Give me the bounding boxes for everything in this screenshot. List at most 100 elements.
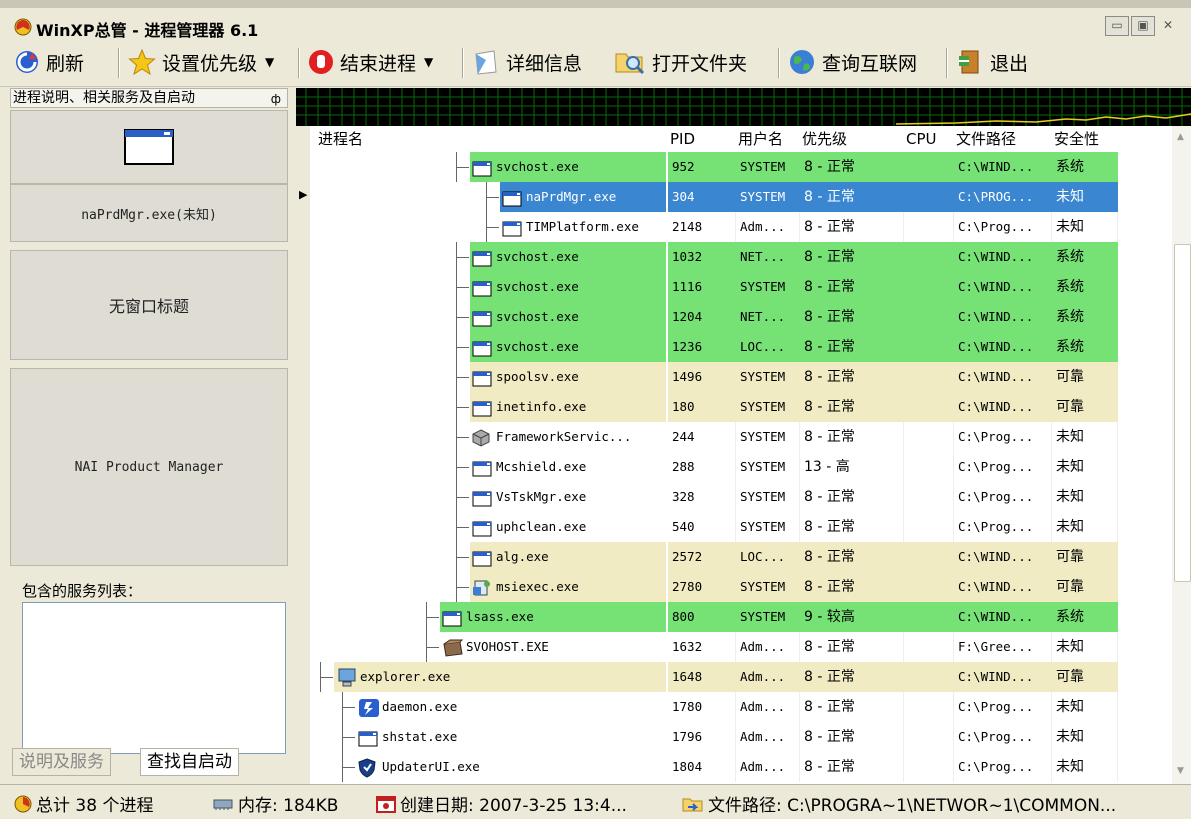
table-row[interactable]: svchost.exe 952 SYSTEM 8 - 正常 C:\WIND... 系统 <box>310 152 1172 182</box>
table-row[interactable]: uphclean.exe 540 SYSTEM 8 - 正常 C:\Prog... 未知 <box>310 512 1172 542</box>
process-name-cell[interactable]: svchost.exe <box>470 332 666 362</box>
table-row[interactable]: VsTskMgr.exe 328 SYSTEM 8 - 正常 C:\Prog... 未知 <box>310 482 1172 512</box>
status-filepath-text: 文件路径: C:\PROGRA~1\NETWOR~1\COMMON... <box>708 796 1117 816</box>
table-row[interactable]: UpdaterUI.exe 1804 Adm... 8 - 正常 C:\Prog... 未… <box>310 752 1172 782</box>
table-row[interactable]: TIMPlatform.exe 2148 Adm... 8 - 正常 C:\Prog..… <box>310 212 1172 242</box>
description-box: NAI Product Manager <box>10 368 288 566</box>
table-row[interactable]: svchost.exe 1116 SYSTEM 8 - 正常 C:\WIND... 系统 <box>310 272 1172 302</box>
user-cell: Adm... <box>736 212 800 242</box>
table-row[interactable]: spoolsv.exe 1496 SYSTEM 8 - 正常 C:\WIND... 可靠 <box>310 362 1172 392</box>
process-name-cell[interactable]: spoolsv.exe <box>470 362 666 392</box>
exit-label: 退出 <box>990 52 1029 75</box>
pid-cell: 244 <box>668 422 736 452</box>
window-title-box: 无窗口标题 <box>10 250 288 360</box>
tree-connector <box>342 692 355 722</box>
process-name-cell[interactable]: FrameworkServic... <box>470 422 666 452</box>
scroll-up-icon[interactable]: ▲ <box>1177 132 1184 142</box>
tree-connector <box>456 302 469 332</box>
open-folder-button[interactable]: 打开文件夹 <box>614 46 747 78</box>
cpu-cell <box>904 692 954 722</box>
process-name-cell[interactable]: VsTskMgr.exe <box>470 482 666 512</box>
process-name-cell[interactable]: TIMPlatform.exe <box>500 212 666 242</box>
process-name-cell[interactable]: alg.exe <box>470 542 666 572</box>
column-header-path[interactable]: 文件路径 <box>956 126 1016 152</box>
process-name-cell[interactable]: svchost.exe <box>470 152 666 182</box>
process-name-cell[interactable]: svchost.exe <box>470 242 666 272</box>
security-cell: 可靠 <box>1052 542 1118 572</box>
pin-icon[interactable]: ф <box>271 90 281 108</box>
maximize-button[interactable]: ▣ <box>1131 16 1155 36</box>
security-cell: 未知 <box>1052 512 1118 542</box>
details-button[interactable]: 详细信息 <box>472 46 582 78</box>
table-row[interactable]: inetinfo.exe 180 SYSTEM 8 - 正常 C:\WIND... 可靠 <box>310 392 1172 422</box>
process-name-cell[interactable]: uphclean.exe <box>470 512 666 542</box>
minimize-button[interactable]: ▭ <box>1105 16 1129 36</box>
process-name-cell[interactable]: svchost.exe <box>470 302 666 332</box>
process-name-cell[interactable]: UpdaterUI.exe <box>356 752 666 782</box>
table-row[interactable]: FrameworkServic... 244 SYSTEM 8 - 正常 C:\Prog… <box>310 422 1172 452</box>
process-name-cell[interactable]: explorer.exe <box>334 662 666 692</box>
scroll-down-icon[interactable]: ▼ <box>1177 766 1184 776</box>
process-name-cell[interactable]: naPrdMgr.exe <box>500 182 666 212</box>
path-cell: C:\WIND... <box>954 542 1052 572</box>
path-cell: C:\Prog... <box>954 452 1052 482</box>
process-name-text: lsass.exe <box>466 609 534 624</box>
process-name-cell[interactable]: msiexec.exe <box>470 572 666 602</box>
priority-cell: 9 - 较高 <box>800 602 904 632</box>
window-icon <box>124 129 174 165</box>
table-row[interactable]: naPrdMgr.exe 304 SYSTEM 8 - 正常 C:\PROG... 未知 <box>310 182 1172 212</box>
pid-cell: 1780 <box>668 692 736 722</box>
process-name-text: msiexec.exe <box>496 579 579 594</box>
cpu-cell <box>904 482 954 512</box>
window-icon <box>472 248 492 272</box>
table-row[interactable]: shstat.exe 1796 Adm... 8 - 正常 C:\Prog... 未知 <box>310 722 1172 752</box>
window-icon <box>472 338 492 362</box>
vertical-scrollbar[interactable]: ▲ ▼ <box>1172 126 1191 784</box>
table-row[interactable]: alg.exe 2572 LOC... 8 - 正常 C:\WIND... 可靠 <box>310 542 1172 572</box>
tab-description-services[interactable]: 说明及服务 <box>12 748 111 776</box>
column-header-user[interactable]: 用户名 <box>738 126 783 152</box>
cpu-cell <box>904 602 954 632</box>
process-name-text: explorer.exe <box>360 669 451 684</box>
table-row[interactable]: svchost.exe 1032 NET... 8 - 正常 C:\WIND... 系统 <box>310 242 1172 272</box>
table-row[interactable]: msiexec.exe 2780 SYSTEM 8 - 正常 C:\WIND... 可靠 <box>310 572 1172 602</box>
column-header-name[interactable]: 进程名 <box>318 126 363 152</box>
column-header-pid[interactable]: PID <box>670 126 695 152</box>
cpu-cell <box>904 632 954 662</box>
close-button[interactable]: ✕ <box>1157 17 1179 35</box>
refresh-button[interactable]: 刷新 <box>14 46 84 78</box>
process-name-cell[interactable]: inetinfo.exe <box>470 392 666 422</box>
table-row[interactable]: svchost.exe 1236 LOC... 8 - 正常 C:\WIND... 系统 <box>310 332 1172 362</box>
process-name-cell[interactable]: shstat.exe <box>356 722 666 752</box>
column-header-priority[interactable]: 优先级 <box>802 126 847 152</box>
set-priority-button[interactable]: 设置优先级 ▼ <box>128 46 274 78</box>
exit-button[interactable]: 退出 <box>956 46 1028 78</box>
scroll-thumb[interactable] <box>1174 244 1191 582</box>
table-row[interactable]: Mcshield.exe 288 SYSTEM 13 - 高 C:\Prog... 未知 <box>310 452 1172 482</box>
column-header-security[interactable]: 安全性 <box>1054 126 1099 152</box>
table-row[interactable]: svchost.exe 1204 NET... 8 - 正常 C:\WIND... 系统 <box>310 302 1172 332</box>
end-process-button[interactable]: 结束进程 ▼ <box>308 46 433 78</box>
query-internet-button[interactable]: 查询互联网 <box>788 46 917 78</box>
tree-connector <box>456 332 469 362</box>
cpu-cell <box>904 182 954 212</box>
window-icon <box>502 188 522 212</box>
column-header-cpu[interactable]: CPU <box>906 126 937 152</box>
process-name-cell[interactable]: daemon.exe <box>356 692 666 722</box>
user-cell: SYSTEM <box>736 152 800 182</box>
process-name-cell[interactable]: lsass.exe <box>440 602 666 632</box>
tab-find-autostart[interactable]: 查找自启动 <box>140 748 239 776</box>
status-created: 创建日期: 2007-3-25 13:4... <box>376 791 627 816</box>
process-name-cell[interactable]: SVOHOST.EXE <box>440 632 666 662</box>
process-name-cell[interactable]: Mcshield.exe <box>470 452 666 482</box>
table-row[interactable]: SVOHOST.EXE 1632 Adm... 8 - 正常 F:\Gree... 未知 <box>310 632 1172 662</box>
table-row[interactable]: explorer.exe 1648 Adm... 8 - 正常 C:\WIND... 可靠 <box>310 662 1172 692</box>
services-list[interactable] <box>22 602 286 754</box>
table-row[interactable]: lsass.exe 800 SYSTEM 9 - 较高 C:\WIND... 系统 <box>310 602 1172 632</box>
table-row[interactable]: daemon.exe 1780 Adm... 8 - 正常 C:\Prog... 未知 <box>310 692 1172 722</box>
process-name-cell[interactable]: svchost.exe <box>470 272 666 302</box>
refresh-label: 刷新 <box>46 52 85 75</box>
cpu-cell <box>904 332 954 362</box>
process-name-text: naPrdMgr.exe <box>526 189 617 204</box>
priority-cell: 8 - 正常 <box>800 272 904 302</box>
